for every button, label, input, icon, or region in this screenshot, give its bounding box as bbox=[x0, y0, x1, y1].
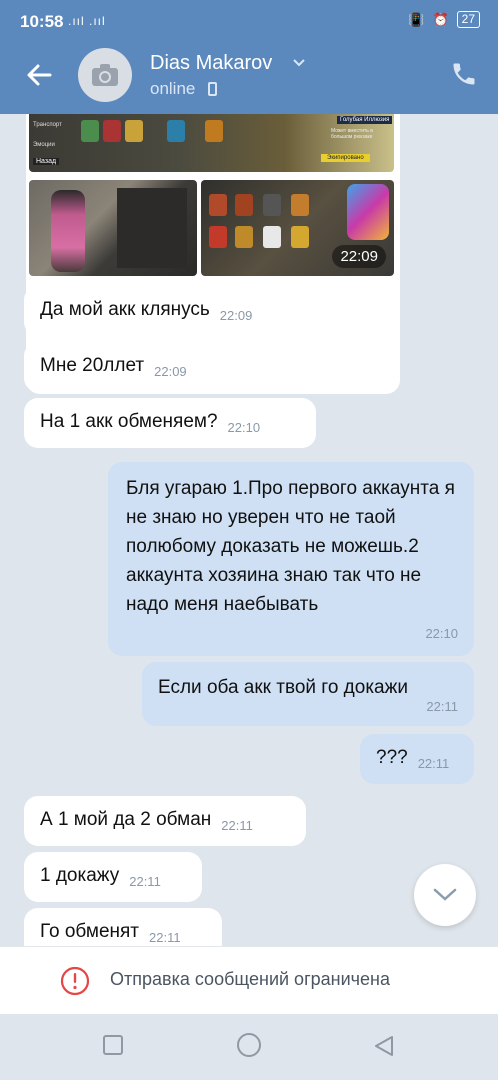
camera-icon bbox=[92, 64, 118, 86]
photo-thumbnail[interactable] bbox=[29, 180, 197, 276]
panel-label: Голубая Иллюзия bbox=[337, 116, 393, 124]
message-time: 22:10 bbox=[227, 420, 261, 435]
system-nav-bar bbox=[0, 1014, 498, 1080]
app-header: 10:58 .ııl .ııl 📳 ⏰ 27 Dias Makarov onli… bbox=[0, 0, 498, 114]
composer-restricted-bar: Отправка сообщений ограничена bbox=[0, 946, 498, 1014]
message-text: Го обменят bbox=[40, 921, 140, 942]
item-tile bbox=[235, 226, 253, 248]
item-tile bbox=[103, 120, 121, 142]
contact-name[interactable]: Dias Makarov bbox=[150, 52, 272, 75]
message-time: 22:09 bbox=[219, 308, 253, 323]
item-tile bbox=[263, 226, 281, 248]
item-tile bbox=[291, 226, 309, 248]
panel-sub: Может вместить в большом рюкзаке bbox=[331, 128, 373, 140]
item-tile bbox=[167, 120, 185, 142]
outgoing-message[interactable]: ??? 22:11 bbox=[360, 734, 474, 784]
recents-icon[interactable] bbox=[102, 1034, 124, 1056]
scroll-down-button[interactable] bbox=[414, 864, 476, 926]
battery-icon: 27 bbox=[456, 11, 480, 28]
message-time: 22:11 bbox=[426, 699, 458, 714]
incoming-message[interactable]: А 1 мой да 2 обман 22:11 bbox=[24, 796, 306, 846]
incoming-message[interactable]: Мне 20ллет 22:09 bbox=[24, 342, 228, 392]
item-tile bbox=[205, 120, 223, 142]
incoming-message[interactable]: Да мой акк клянусь 22:09 bbox=[24, 286, 312, 336]
backpack-item bbox=[347, 184, 389, 240]
item-tile bbox=[81, 120, 99, 142]
item-tile bbox=[291, 194, 309, 216]
photo-timestamp: 22:09 bbox=[332, 245, 386, 268]
message-text: Да мой акк клянусь bbox=[40, 299, 210, 320]
message-time: 22:11 bbox=[149, 930, 181, 945]
message-text: На 1 акк обменяем? bbox=[40, 411, 218, 432]
photo-thumbnail[interactable]: 22:09 bbox=[201, 180, 394, 276]
message-time: 22:10 bbox=[425, 626, 458, 641]
status-icons: 📳 ⏰ 27 bbox=[408, 11, 480, 28]
photo-thumbnail[interactable]: Транспорт Эмоции Назад Голубая Иллюзия М… bbox=[29, 114, 394, 172]
status-bar: 10:58 .ııl .ııl 📳 ⏰ 27 bbox=[0, 0, 498, 40]
message-text: Если оба акк твой го докажи bbox=[158, 677, 408, 698]
message-time: 22:11 bbox=[129, 874, 161, 889]
item-tile bbox=[125, 120, 143, 142]
outgoing-message[interactable]: Бля угараю 1.Про первого аккаунта я не з… bbox=[108, 462, 474, 656]
item-tile bbox=[209, 226, 227, 248]
incoming-message[interactable]: 1 докажу 22:11 bbox=[24, 852, 202, 902]
warning-icon bbox=[60, 966, 90, 996]
signal-icon: .ııl .ııl bbox=[68, 14, 106, 28]
back-label: Назад bbox=[33, 158, 60, 165]
menu-item: Транспорт bbox=[33, 122, 62, 128]
contact-status: online bbox=[150, 79, 196, 98]
avatar[interactable] bbox=[78, 48, 132, 102]
item-tile bbox=[263, 194, 281, 216]
outgoing-message[interactable]: Если оба акк твой го докажи 22:11 bbox=[142, 662, 474, 726]
message-text: Бля угараю 1.Про первого аккаунта я не з… bbox=[126, 478, 455, 615]
alarm-icon: ⏰ bbox=[432, 11, 449, 27]
message-time: 22:09 bbox=[154, 364, 187, 379]
menu-item: Эмоции bbox=[33, 142, 55, 148]
item-tile bbox=[209, 194, 227, 216]
item-grid bbox=[117, 188, 187, 268]
message-time: 22:11 bbox=[417, 756, 450, 771]
character-figure bbox=[51, 190, 85, 272]
restricted-text: Отправка сообщений ограничена bbox=[110, 969, 390, 989]
incoming-message[interactable]: На 1 акк обменяем? 22:10 bbox=[24, 398, 316, 448]
message-text: А 1 мой да 2 обман bbox=[40, 809, 212, 830]
message-text: Мне 20ллет bbox=[40, 355, 145, 376]
back-arrow-icon[interactable] bbox=[24, 60, 54, 90]
item-tile bbox=[235, 194, 253, 216]
message-text: ??? bbox=[376, 747, 408, 768]
mobile-icon bbox=[208, 82, 217, 96]
chevron-down-icon[interactable] bbox=[292, 58, 306, 68]
message-list[interactable]: Транспорт Эмоции Назад Голубая Иллюзия М… bbox=[0, 114, 498, 946]
home-icon[interactable] bbox=[236, 1032, 262, 1058]
incoming-message[interactable]: Го обменят 22:11 bbox=[24, 908, 222, 946]
status-time: 10:58 bbox=[20, 12, 64, 31]
phone-icon[interactable] bbox=[450, 60, 478, 88]
message-time: 22:11 bbox=[221, 818, 253, 833]
message-text: 1 докажу bbox=[40, 865, 120, 886]
chevron-down-icon bbox=[433, 888, 457, 901]
action-label: Экипировано bbox=[321, 154, 370, 162]
vibrate-icon: 📳 bbox=[408, 11, 425, 27]
back-nav-icon[interactable] bbox=[372, 1034, 396, 1058]
